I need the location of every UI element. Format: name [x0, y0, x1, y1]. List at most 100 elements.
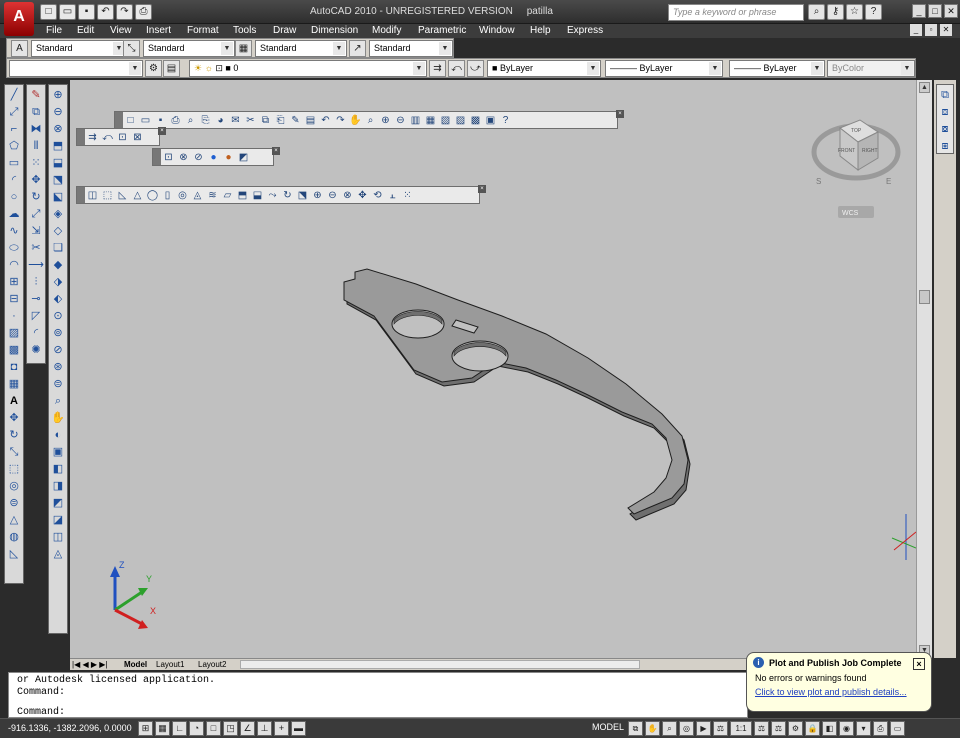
insert-block-icon[interactable]: ⊞: [6, 274, 22, 290]
new-layout-icon[interactable]: ⧉: [937, 87, 953, 103]
sphere-icon[interactable]: ◎: [6, 478, 22, 494]
annotation-scale-icon[interactable]: ⚖: [713, 721, 728, 736]
hardware-acceleration-icon[interactable]: ◧: [822, 721, 837, 736]
menu-file[interactable]: File: [46, 25, 62, 36]
subtract-icon[interactable]: ⊖: [50, 104, 66, 120]
workspace-icon[interactable]: ⚙: [788, 721, 803, 736]
key-icon[interactable]: ⚷: [827, 4, 844, 20]
intersect-icon[interactable]: ⊗: [50, 121, 66, 137]
check-icon[interactable]: ⊜: [50, 376, 66, 392]
rotate-faces-icon[interactable]: ◈: [50, 206, 66, 222]
table-style-dropdown[interactable]: Standard ▼: [255, 40, 347, 57]
binoculars-icon[interactable]: ⌕: [808, 4, 825, 20]
union-icon[interactable]: ⊕: [50, 87, 66, 103]
polygon-icon[interactable]: ⬠: [6, 138, 22, 154]
arc-icon[interactable]: ◜: [6, 172, 22, 188]
coordinates-readout[interactable]: -916.1336, -1382.2096, 0.0000: [8, 723, 132, 733]
menu-insert[interactable]: Insert: [146, 25, 171, 36]
walk-icon[interactable]: ◨: [50, 478, 66, 494]
notification-link[interactable]: Click to view plot and publish details..…: [755, 687, 923, 697]
menu-tools[interactable]: Tools: [233, 25, 256, 36]
color-dropdown[interactable]: ■ ByLayer ▼: [487, 60, 601, 77]
menu-help[interactable]: Help: [530, 25, 551, 36]
stretch-icon[interactable]: ⇲: [28, 223, 44, 239]
extrude-faces-icon[interactable]: ⬒: [50, 138, 66, 154]
zoom-icon[interactable]: ⌕: [662, 721, 677, 736]
star-icon[interactable]: ☆: [846, 4, 863, 20]
make-current-layer-icon[interactable]: ⇉: [429, 60, 446, 77]
scroll-up-icon[interactable]: ▲: [919, 82, 930, 93]
point-icon[interactable]: ·: [6, 308, 22, 324]
auto-scale-icon[interactable]: ⚖: [771, 721, 786, 736]
print-icon[interactable]: ⎙: [135, 4, 152, 20]
cylinder-icon[interactable]: ⊜: [6, 495, 22, 511]
imprint-icon[interactable]: ⊙: [50, 308, 66, 324]
color-edges-icon[interactable]: ⬖: [50, 291, 66, 307]
revcloud-icon[interactable]: ☁: [6, 206, 22, 222]
menu-parametric[interactable]: Parametric: [418, 25, 466, 36]
array-icon[interactable]: ⁙: [28, 155, 44, 171]
table-icon[interactable]: ▦: [6, 376, 22, 392]
camera-icon[interactable]: ◧: [50, 461, 66, 477]
menu-modify[interactable]: Modify: [372, 25, 401, 36]
delete-faces-icon[interactable]: ⬕: [50, 189, 66, 205]
extend-icon[interactable]: ⟶: [28, 257, 44, 273]
layer-dropdown[interactable]: ☀ ☼ ⊡ ■ 0 ▼: [189, 60, 427, 77]
new-icon[interactable]: □: [40, 4, 57, 20]
ortho-mode-icon[interactable]: ∟: [172, 721, 187, 736]
named-views-icon[interactable]: ▣: [50, 444, 66, 460]
object-snap-icon[interactable]: □: [206, 721, 221, 736]
line-icon[interactable]: ╱: [6, 87, 22, 103]
trim-icon[interactable]: ✂: [28, 240, 44, 256]
maximize-button[interactable]: □: [928, 4, 942, 18]
horizontal-scrollbar[interactable]: [240, 660, 640, 669]
tab-layout1[interactable]: Layout1: [156, 660, 184, 669]
offset-icon[interactable]: ⫴: [28, 138, 44, 154]
doc-restore-button[interactable]: ▫: [925, 24, 937, 36]
cone-icon[interactable]: △: [6, 512, 22, 528]
scale-tool-icon[interactable]: ⤢: [28, 206, 44, 222]
linetype-dropdown[interactable]: ——— ByLayer ▼: [605, 60, 723, 77]
viewport-icon[interactable]: ⧆: [937, 138, 953, 154]
fly-icon[interactable]: ◩: [50, 495, 66, 511]
rectangle-icon[interactable]: ▭: [6, 155, 22, 171]
break-icon[interactable]: ⫶: [28, 274, 44, 290]
annotation-scale-value[interactable]: 1:1: [730, 721, 752, 736]
dynamic-input-icon[interactable]: +: [274, 721, 289, 736]
scale-icon[interactable]: ⤡: [6, 444, 22, 460]
layer-states-manager-icon[interactable]: ⚙: [145, 60, 162, 77]
mirror-icon[interactable]: ⧓: [28, 121, 44, 137]
isolate-objects-icon[interactable]: ◉: [839, 721, 854, 736]
layout-template-icon[interactable]: ⧈: [937, 104, 953, 120]
snap-mode-icon[interactable]: ⊞: [138, 721, 153, 736]
color-faces-icon[interactable]: ◆: [50, 257, 66, 273]
menu-format[interactable]: Format: [187, 25, 219, 36]
dim-style-icon[interactable]: ⤡: [123, 40, 140, 57]
doc-minimize-button[interactable]: _: [910, 24, 922, 36]
offset-faces-icon[interactable]: ⬔: [50, 172, 66, 188]
grid-display-icon[interactable]: ▦: [155, 721, 170, 736]
polar-tracking-icon[interactable]: ◔: [189, 721, 204, 736]
layer-previous-icon[interactable]: ⤺: [448, 60, 465, 77]
annotation-visibility-icon[interactable]: ⚖: [754, 721, 769, 736]
pan-icon[interactable]: ✋: [645, 721, 660, 736]
text-style-icon[interactable]: A: [11, 40, 28, 57]
move-faces-icon[interactable]: ⬓: [50, 155, 66, 171]
make-block-icon[interactable]: ⊟: [6, 291, 22, 307]
tab-layout2[interactable]: Layout2: [198, 660, 226, 669]
construction-line-icon[interactable]: ⤢: [6, 104, 22, 120]
circle-icon[interactable]: ○: [6, 189, 22, 205]
join-icon[interactable]: ⊸: [28, 291, 44, 307]
ellipse-arc-icon[interactable]: ◠: [6, 257, 22, 273]
minimize-button[interactable]: _: [912, 4, 926, 18]
table-style-icon[interactable]: ▦: [235, 40, 252, 57]
quick-view-layouts-icon[interactable]: ⧉: [628, 721, 643, 736]
explode-icon[interactable]: ✺: [28, 342, 44, 358]
page-setup-icon[interactable]: ⧇: [937, 121, 953, 137]
model-space-toggle[interactable]: MODEL: [592, 722, 624, 732]
orbit-icon[interactable]: ◐: [50, 427, 66, 443]
multiline-text-icon[interactable]: A: [6, 393, 22, 409]
viewcube[interactable]: TOP FRONT RIGHT S E WCS: [811, 119, 901, 218]
separate-icon[interactable]: ⊘: [50, 342, 66, 358]
rotate-icon[interactable]: ↻: [6, 427, 22, 443]
